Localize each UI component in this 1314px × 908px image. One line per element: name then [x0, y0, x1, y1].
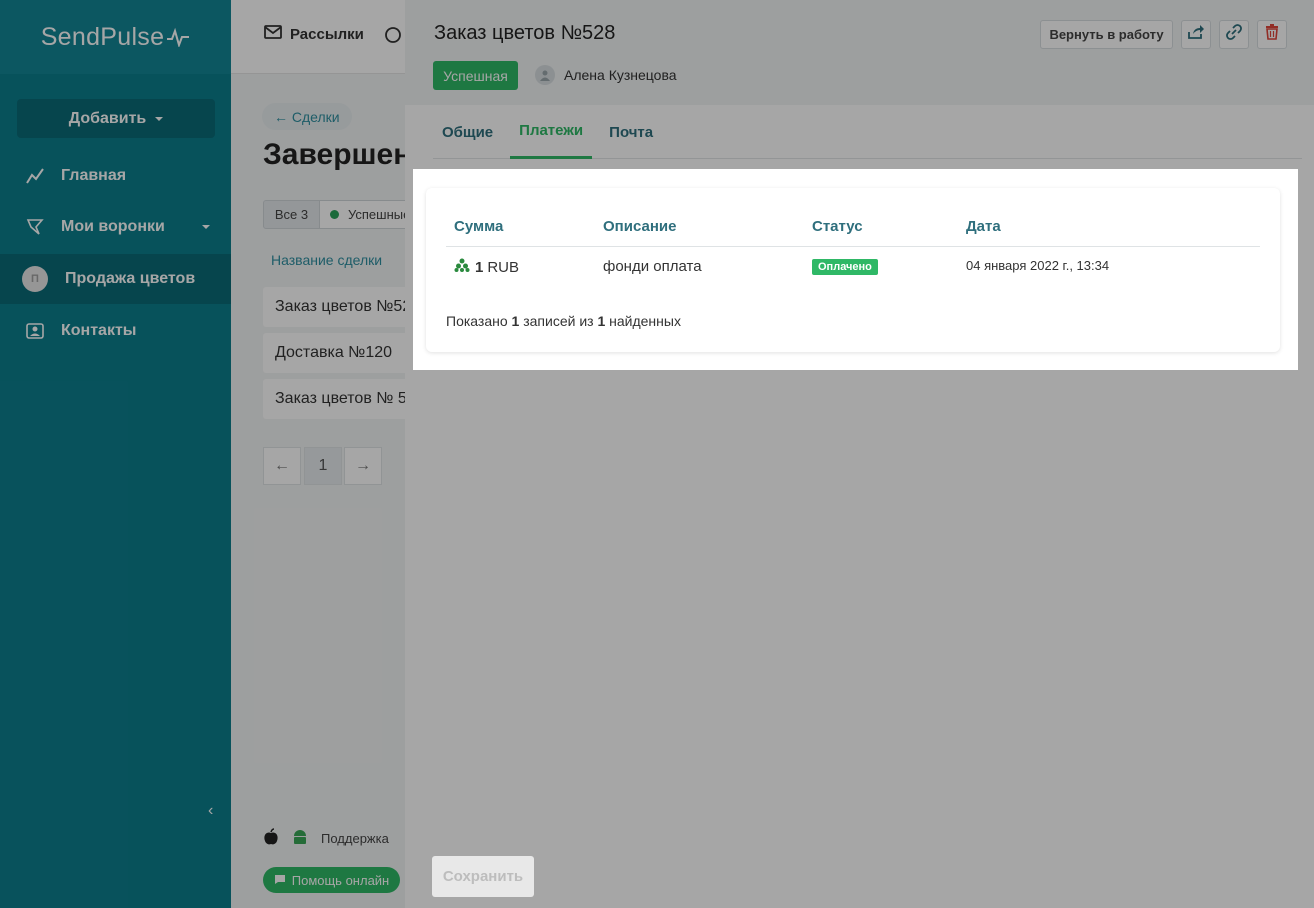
deal-panel: Заказ цветов №528 Вернуть в работу Успеш… — [405, 0, 1314, 908]
payment-description: фонди оплата — [603, 258, 702, 275]
panel-dim-overlay — [405, 0, 1314, 908]
payment-system-icon — [454, 258, 470, 276]
summary-suffix: найденных — [609, 313, 681, 329]
column-header-description: Описание — [603, 218, 677, 235]
records-summary: Показано 1 записей из 1 найденных — [446, 313, 681, 329]
payments-card: Сумма Описание Статус Дата 1 RUB фонди о… — [426, 188, 1280, 352]
payment-date: 04 января 2022 г., 13:34 — [966, 258, 1110, 273]
payment-currency: RUB — [487, 258, 520, 276]
column-header-date: Дата — [966, 218, 1001, 235]
column-header-status: Статус — [812, 218, 863, 235]
summary-total: 1 — [597, 313, 606, 329]
column-header-amount: Сумма — [454, 218, 504, 235]
summary-middle: записей из — [523, 313, 594, 329]
payment-amount-value: 1 — [475, 258, 484, 276]
summary-shown: 1 — [511, 313, 520, 329]
summary-prefix: Показано — [446, 313, 508, 329]
save-button[interactable]: Сохранить — [432, 856, 534, 897]
divider — [446, 246, 1260, 247]
payment-amount: 1 RUB — [454, 258, 519, 276]
payments-highlight: Сумма Описание Статус Дата 1 RUB фонди о… — [413, 169, 1298, 370]
payment-status-badge: Оплачено — [812, 259, 878, 275]
